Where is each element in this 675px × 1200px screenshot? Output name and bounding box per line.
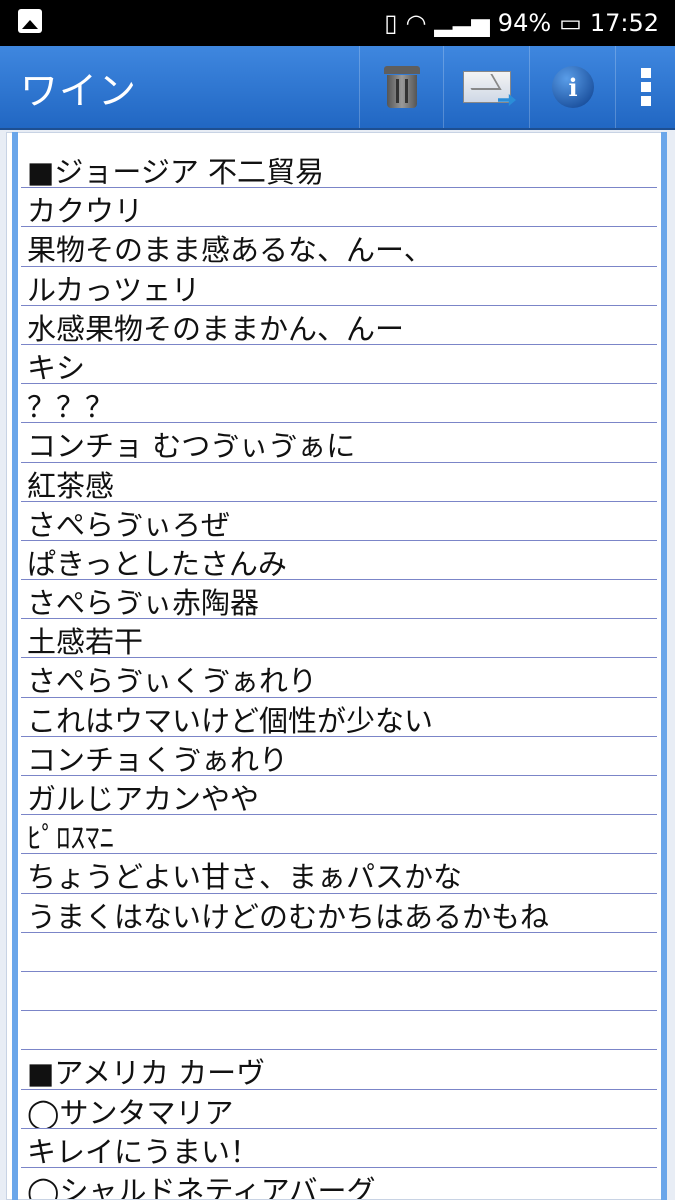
note-line[interactable]: さぺらゔぃ赤陶器 — [21, 580, 657, 620]
status-icons: ▯ ◠ ▂▃▅ 94% ▭ 17:52 — [384, 8, 659, 38]
battery-percent: 94% — [497, 9, 552, 37]
note-line[interactable]: ◯サンタマリア — [21, 1090, 657, 1129]
note-line[interactable]: これはウマいけど個性が少ない — [21, 698, 657, 737]
note-line[interactable]: ちょうどよい甘さ、まぁパスかな — [21, 854, 657, 894]
note-line[interactable] — [21, 933, 657, 972]
note-line[interactable]: ■ジョージア 不二貿易 — [21, 149, 657, 189]
note-line[interactable]: 土感若干 — [21, 619, 657, 659]
note-line[interactable]: カクウリ — [21, 188, 657, 228]
overflow-menu-button[interactable] — [615, 46, 675, 128]
delete-button[interactable] — [359, 46, 444, 128]
note-paper[interactable]: ■ジョージア 不二貿易 カクウリ 果物そのまま感あるな、んー、 ルカっツェリ 水感果物そ… — [6, 132, 667, 1200]
note-line[interactable] — [21, 972, 657, 1012]
note-line[interactable]: ルカっツェリ — [21, 267, 657, 306]
note-line[interactable]: 水感果物そのままかん、んー — [21, 306, 657, 345]
note-line[interactable] — [21, 1011, 657, 1051]
note-line[interactable]: さぺらゔぃくゔぁれり — [21, 658, 657, 698]
note-line[interactable]: コンチョくゔぁれり — [21, 737, 657, 776]
note-line[interactable]: ◯シャルドネティアバーグ — [21, 1168, 657, 1199]
note-line[interactable]: キシ — [21, 345, 657, 385]
info-button[interactable]: i — [529, 46, 616, 128]
vibrate-icon: ▯ — [384, 9, 398, 37]
note-line[interactable]: ？？？ — [21, 384, 657, 424]
wifi-icon: ◠ — [405, 9, 427, 37]
note-line[interactable]: うまくはないけどのむかちはあるかもね — [21, 894, 657, 933]
note-line[interactable]: 紅茶感 — [21, 463, 657, 502]
paper-left-edge — [12, 132, 18, 1200]
paper-right-edge — [661, 132, 667, 1200]
note-line[interactable]: 果物そのまま感あるな、んー、 — [21, 227, 657, 267]
gallery-notification-icon — [18, 9, 42, 33]
note-line[interactable]: ﾋﾟﾛｽﾏﾆ — [21, 815, 657, 855]
clock: 17:52 — [589, 9, 659, 37]
overflow-menu-icon — [641, 68, 651, 106]
app-title: ワイン — [20, 69, 138, 113]
note-line[interactable]: さぺらゔぃろぜ — [21, 502, 657, 541]
battery-icon: ▭ — [559, 9, 582, 37]
note-line[interactable]: コンチョ むつゔぃゔぁに — [21, 423, 657, 463]
note-line[interactable]: キレイにうまい！ — [21, 1129, 657, 1168]
trash-icon — [383, 66, 421, 108]
note-line[interactable]: ぱきっとしたさんみ — [21, 541, 657, 581]
mail-icon — [463, 71, 516, 106]
signal-icon: ▂▃▅ — [434, 9, 490, 37]
note-line[interactable]: ■アメリカ カーヴ — [21, 1050, 657, 1090]
status-bar: ▯ ◠ ▂▃▅ 94% ▭ 17:52 — [0, 0, 675, 46]
note-line[interactable]: ガルじアカンやや — [21, 776, 657, 816]
send-mail-button[interactable] — [443, 46, 530, 128]
note-lines[interactable]: ■ジョージア 不二貿易 カクウリ 果物そのまま感あるな、んー、 ルカっツェリ 水感果物そ… — [21, 149, 657, 1199]
note-content-area: ■ジョージア 不二貿易 カクウリ 果物そのまま感あるな、んー、 ルカっツェリ 水感果物そ… — [0, 130, 675, 1200]
app-bar: ワイン i — [0, 46, 675, 130]
info-icon: i — [552, 66, 594, 108]
